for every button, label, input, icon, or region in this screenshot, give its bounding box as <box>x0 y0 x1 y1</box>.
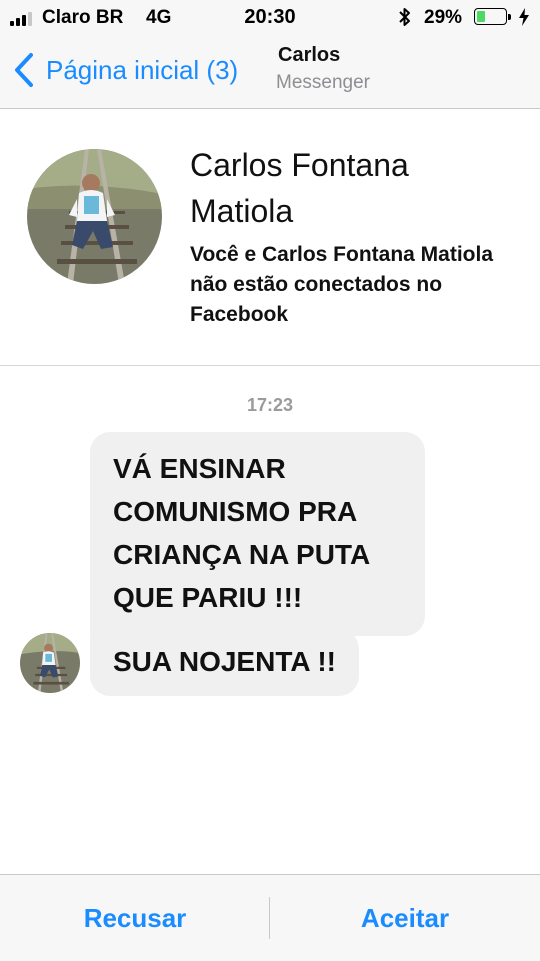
profile-photo-illustration <box>27 149 162 284</box>
profile-name: Carlos Fontana Matiola <box>190 147 409 229</box>
battery-fill <box>477 11 485 22</box>
connection-status-text: Você e Carlos Fontana Matiola não estão … <box>190 243 494 326</box>
battery-icon <box>474 8 511 25</box>
conversation-subtitle: Messenger <box>276 72 370 93</box>
message-bubble[interactable]: SUA NOJENTA !! <box>90 629 359 696</box>
accept-button[interactable]: Aceitar <box>270 875 540 961</box>
bluetooth-icon <box>399 8 410 26</box>
charging-icon <box>519 8 529 26</box>
navigation-bar: Página inicial (3) Carlos Messenger <box>0 36 540 109</box>
message-bubble[interactable]: VÁ ENSINAR COMUNISMO PRA CRIANÇA NA PUTA… <box>90 432 425 636</box>
back-button[interactable]: Página inicial (3) <box>12 52 238 88</box>
message-timestamp: 17:23 <box>246 395 294 415</box>
decline-button[interactable]: Recusar <box>0 875 270 961</box>
sender-photo-illustration <box>20 633 80 693</box>
conversation-title: Carlos <box>278 44 341 66</box>
sender-avatar[interactable] <box>20 633 80 693</box>
chevron-left-icon <box>15 53 33 87</box>
back-label: Página inicial (3) <box>46 54 239 85</box>
profile-header: Carlos Fontana Matiola Você e Carlos Fon… <box>0 109 540 366</box>
status-bar: Claro BR 4G 20:30 29% <box>0 0 540 36</box>
message-request-actions: Recusar Aceitar <box>0 874 540 961</box>
battery-percent: 29% <box>424 7 463 28</box>
battery-nub <box>508 14 511 20</box>
profile-avatar[interactable] <box>27 149 162 284</box>
